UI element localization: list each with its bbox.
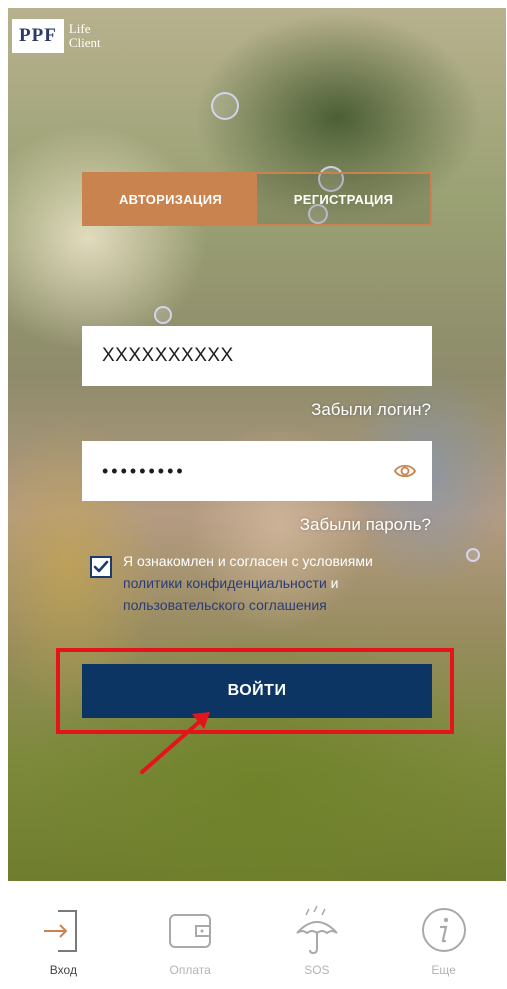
consent-text-plain: Я ознакомлен и согласен с условиями	[123, 553, 373, 569]
password-input[interactable]: •••••••••	[82, 441, 432, 501]
app-logo: PPF Life Client	[12, 14, 132, 58]
auth-tabs: АВТОРИЗАЦИЯ РЕГИСТРАЦИЯ	[82, 172, 432, 226]
consent-text: Я ознакомлен и согласен с условиями поли…	[123, 550, 410, 616]
nav-label-more: Еще	[431, 963, 456, 977]
login-input[interactable]: XXXXXXXXXX	[82, 326, 432, 386]
nav-item-sos[interactable]: SOS	[254, 881, 381, 989]
forgot-password-link[interactable]: Забыли пароль?	[300, 515, 431, 535]
logo-line-2: Client	[68, 35, 101, 50]
logo-line-1: Life	[68, 21, 91, 36]
nav-item-more[interactable]: Еще	[380, 881, 507, 989]
user-agreement-link[interactable]: пользовательского соглашения	[123, 597, 327, 613]
info-icon	[421, 908, 466, 952]
annotation-arrow-icon	[140, 712, 210, 774]
privacy-policy-link[interactable]: политики конфиденциальности	[123, 575, 327, 591]
app-screen: PPF Life Client АВТОРИЗАЦИЯ РЕГИСТРАЦИЯ …	[0, 0, 507, 989]
logo-mark: PPF	[12, 19, 64, 53]
login-door-icon	[44, 910, 78, 952]
checkmark-icon	[93, 560, 109, 573]
nav-label-payment: Оплата	[169, 963, 211, 977]
bubble-decoration	[154, 306, 172, 324]
bubble-decoration	[211, 92, 239, 120]
nav-label-login: Вход	[49, 963, 77, 977]
bottom-navigation: Вход Оплата SOS Еще	[0, 881, 507, 989]
umbrella-icon	[296, 905, 338, 955]
tab-registration[interactable]: РЕГИСТРАЦИЯ	[257, 174, 430, 224]
eye-icon[interactable]	[393, 461, 417, 481]
logo-subtitle: Life Client	[69, 22, 101, 50]
consent-block: Я ознакомлен и согласен с условиями поли…	[90, 550, 410, 616]
nav-item-login[interactable]: Вход	[0, 881, 127, 989]
consent-checkbox[interactable]	[90, 556, 112, 578]
forgot-login-link[interactable]: Забыли логин?	[311, 400, 431, 420]
nav-item-payment[interactable]: Оплата	[127, 881, 254, 989]
wallet-icon	[169, 914, 212, 948]
login-input-value: XXXXXXXXXX	[102, 345, 234, 366]
tab-authorization[interactable]: АВТОРИЗАЦИЯ	[84, 174, 257, 224]
bubble-decoration	[466, 548, 480, 562]
nav-label-sos: SOS	[304, 963, 330, 977]
consent-text-and: и	[326, 575, 339, 591]
password-input-value: •••••••••	[102, 460, 186, 481]
